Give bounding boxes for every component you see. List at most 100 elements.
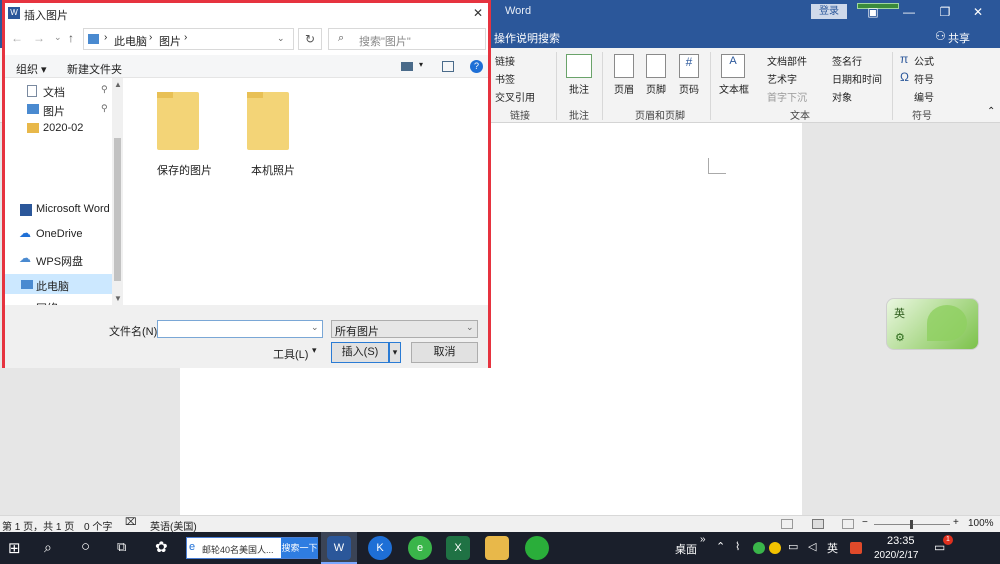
- share-button[interactable]: 共享: [948, 30, 970, 46]
- ime-widget[interactable]: 英 ⚙: [886, 298, 979, 350]
- header-icon[interactable]: [614, 54, 634, 78]
- nav-documents[interactable]: 文档: [43, 84, 65, 100]
- folder-item[interactable]: [153, 92, 203, 162]
- search-icon[interactable]: ⌕: [44, 539, 52, 556]
- ribbon-comment[interactable]: 批注: [569, 81, 589, 96]
- insert-dropdown-button[interactable]: ▾: [389, 342, 401, 363]
- pinwheel-icon[interactable]: ✿: [155, 538, 168, 556]
- browser-icon[interactable]: e: [408, 536, 432, 560]
- ribbon-footer[interactable]: 页脚: [646, 81, 666, 96]
- scroll-up-icon[interactable]: ▲: [114, 80, 122, 89]
- comment-icon[interactable]: [566, 54, 592, 78]
- insert-button[interactable]: 插入(S): [331, 342, 389, 363]
- search-field[interactable]: ⌕ 搜索"图片": [328, 28, 486, 50]
- ribbon-object[interactable]: 对象: [832, 89, 852, 104]
- new-folder-button[interactable]: 新建文件夹: [67, 61, 122, 77]
- toolbar-chevron-icon[interactable]: »: [700, 534, 706, 545]
- recent-dropdown-icon[interactable]: ⌄: [54, 32, 62, 43]
- filetype-select[interactable]: 所有图片 ⌄: [331, 320, 478, 338]
- zoom-slider-thumb[interactable]: [910, 520, 913, 529]
- scroll-thumb[interactable]: [114, 138, 121, 281]
- signin-button[interactable]: 登录: [811, 4, 847, 19]
- ribbon-numbering[interactable]: 编号: [914, 89, 934, 104]
- ribbon-link[interactable]: 链接: [495, 53, 515, 68]
- folder-name-saved-pictures[interactable]: 保存的图片: [157, 162, 212, 178]
- task-view-icon[interactable]: ⧉: [117, 539, 126, 555]
- folder-name-camera-roll[interactable]: 本机照片: [251, 162, 295, 178]
- dialog-close-icon[interactable]: ✕: [473, 6, 483, 20]
- nav-wps-drive[interactable]: WPS网盘: [36, 253, 83, 269]
- ribbon-signature[interactable]: 签名行: [832, 53, 862, 68]
- ribbon-display-icon[interactable]: ▣: [863, 3, 883, 21]
- wechat-icon[interactable]: [525, 536, 549, 560]
- nav-this-pc[interactable]: 此电脑: [36, 278, 69, 294]
- refresh-icon[interactable]: ↻: [298, 28, 322, 50]
- nav-folder-2020-02[interactable]: 2020-02: [43, 122, 83, 134]
- taskbar-word[interactable]: W: [321, 532, 357, 564]
- ribbon-wordart[interactable]: 艺术字: [767, 71, 797, 86]
- cortana-icon[interactable]: ○: [81, 538, 90, 555]
- ribbon-bookmark[interactable]: 书签: [495, 71, 515, 86]
- back-arrow-icon[interactable]: ←: [11, 31, 23, 45]
- filename-input[interactable]: [157, 320, 323, 338]
- volume-icon[interactable]: ◁: [808, 540, 816, 553]
- textbox-icon[interactable]: A: [721, 54, 745, 78]
- wifi-icon[interactable]: ⌇: [735, 540, 740, 553]
- restore-icon[interactable]: ❐: [935, 3, 955, 21]
- folder-item[interactable]: [243, 92, 293, 162]
- ribbon-textbox[interactable]: 文本框: [719, 81, 749, 96]
- excel-icon[interactable]: X: [446, 536, 470, 560]
- nav-onedrive[interactable]: OneDrive: [36, 228, 82, 240]
- ribbon-quick-parts[interactable]: 文档部件: [767, 53, 807, 68]
- tools-button[interactable]: 工具(L): [273, 346, 308, 362]
- up-arrow-icon[interactable]: ↑: [68, 31, 74, 45]
- nav-scrollbar[interactable]: ▲ ▼: [112, 78, 123, 305]
- tray-app-icon-2[interactable]: [769, 542, 781, 554]
- word-count[interactable]: 0 个字: [84, 518, 112, 533]
- organize-button[interactable]: 组织 ▾: [16, 61, 47, 77]
- web-layout-icon[interactable]: [842, 519, 854, 529]
- minimize-icon[interactable]: —: [899, 3, 919, 21]
- view-icon[interactable]: [401, 62, 413, 71]
- breadcrumb-this-pc[interactable]: 此电脑: [114, 33, 147, 49]
- ribbon-page-number[interactable]: 页码: [679, 81, 699, 96]
- breadcrumb-pictures[interactable]: 图片: [159, 33, 181, 49]
- tell-me-search[interactable]: 操作说明搜索: [494, 30, 560, 46]
- address-dropdown-icon[interactable]: ⌄: [277, 33, 285, 44]
- page-number-icon[interactable]: #: [679, 54, 699, 78]
- desktop-label[interactable]: 桌面: [675, 541, 697, 557]
- zoom-level[interactable]: 100%: [968, 518, 994, 529]
- windows-start-icon[interactable]: ⊞: [8, 539, 21, 557]
- sogou-icon[interactable]: [850, 542, 862, 554]
- forward-arrow-icon[interactable]: →: [33, 31, 45, 45]
- preview-pane-icon[interactable]: [442, 61, 454, 72]
- tools-dropdown-icon[interactable]: ▾: [312, 345, 317, 356]
- ribbon-equation[interactable]: 公式: [914, 53, 934, 68]
- address-bar[interactable]: › 此电脑 › 图片 › ⌄: [83, 28, 294, 50]
- tray-app-icon[interactable]: [753, 542, 765, 554]
- help-icon[interactable]: ?: [470, 60, 483, 73]
- clock-time[interactable]: 23:35: [887, 535, 915, 547]
- ribbon-cross-reference[interactable]: 交叉引用: [495, 89, 535, 104]
- file-explorer-icon[interactable]: [485, 536, 509, 560]
- view-dropdown-icon[interactable]: ▾: [419, 60, 423, 69]
- read-mode-icon[interactable]: [781, 519, 793, 529]
- footer-icon[interactable]: [646, 54, 666, 78]
- tray-expand-icon[interactable]: ⌃: [716, 540, 725, 553]
- page-count[interactable]: 第 1 页，共 1 页: [2, 518, 74, 533]
- ime-indicator[interactable]: 英: [827, 540, 838, 556]
- battery-icon[interactable]: ▭: [788, 540, 798, 553]
- gear-icon[interactable]: ⚙: [895, 331, 905, 344]
- filename-dropdown-icon[interactable]: ⌄: [311, 322, 319, 333]
- kugou-icon[interactable]: K: [368, 536, 392, 560]
- ribbon-dropcap[interactable]: 首字下沉: [767, 89, 807, 104]
- scroll-down-icon[interactable]: ▼: [114, 294, 122, 303]
- close-icon[interactable]: ✕: [968, 3, 988, 21]
- taskbar-search-button[interactable]: 搜索一下: [281, 538, 318, 558]
- zoom-out-icon[interactable]: −: [862, 517, 868, 528]
- nav-pictures[interactable]: 图片: [43, 103, 65, 119]
- zoom-in-icon[interactable]: +: [953, 517, 959, 528]
- collapse-ribbon-icon[interactable]: ⌃: [987, 106, 995, 117]
- ribbon-datetime[interactable]: 日期和时间: [832, 71, 882, 86]
- proofing-icon[interactable]: ⌧: [125, 517, 137, 528]
